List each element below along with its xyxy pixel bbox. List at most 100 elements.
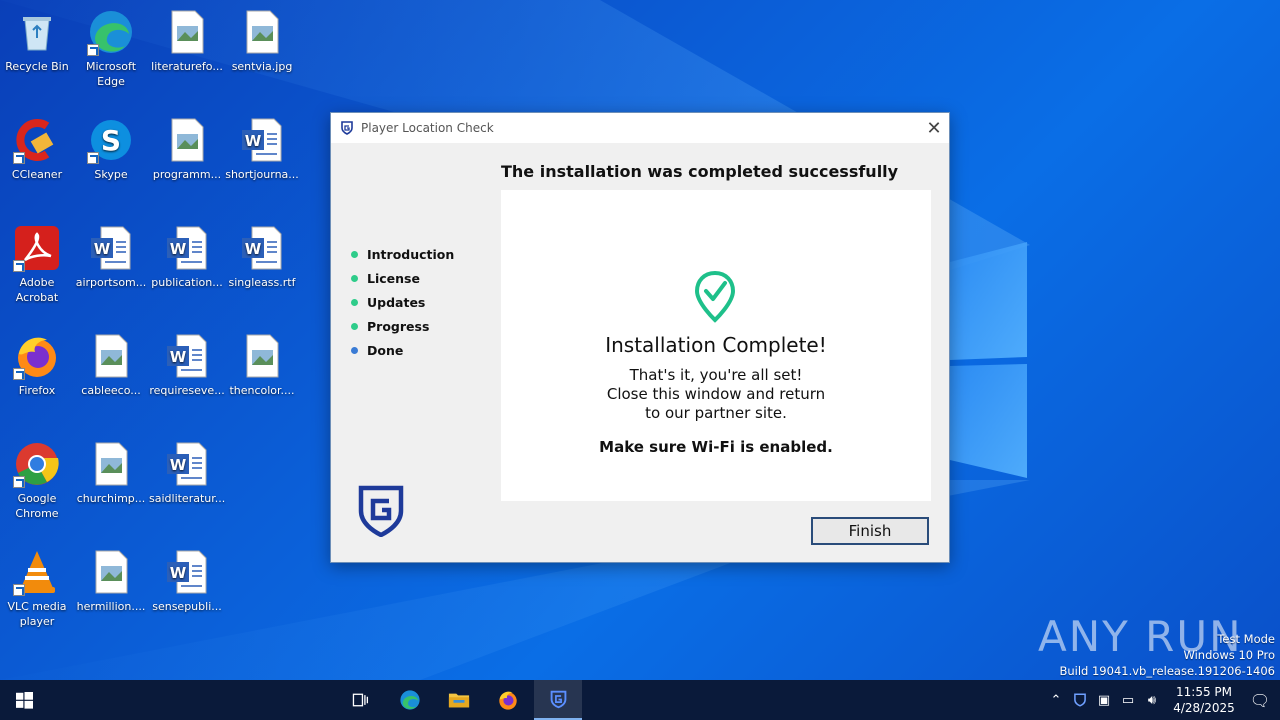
taskbar-firefox[interactable] bbox=[484, 680, 532, 720]
clock-time: 11:55 PM bbox=[1176, 685, 1232, 699]
desktop-icon-label: airportsom... bbox=[75, 276, 147, 289]
desktop-icon-chrome[interactable]: Google Chrome bbox=[0, 440, 75, 521]
task-view-icon bbox=[352, 693, 369, 707]
desktop-icon-vlc[interactable]: VLC media player bbox=[0, 548, 75, 629]
desktop-icon-label: Recycle Bin bbox=[5, 60, 69, 73]
svg-text:W: W bbox=[245, 132, 262, 150]
desktop-icon-file[interactable]: sentvia.jpg bbox=[224, 8, 300, 74]
svg-text:W: W bbox=[170, 564, 187, 582]
step-dot-icon bbox=[351, 346, 358, 354]
start-button[interactable] bbox=[0, 680, 48, 720]
word-file-icon: W bbox=[167, 334, 207, 378]
close-icon: ✕ bbox=[926, 117, 942, 139]
image-file-icon bbox=[171, 10, 204, 54]
taskbar-edge[interactable] bbox=[386, 680, 434, 720]
image-file-icon bbox=[95, 334, 128, 378]
step-label: License bbox=[367, 270, 420, 286]
desktop-icon-label: Adobe Acrobat bbox=[15, 276, 59, 304]
image-file-icon bbox=[95, 550, 128, 594]
step-label: Introduction bbox=[367, 246, 455, 262]
desktop-icon-file[interactable]: W saidliteratur... bbox=[149, 440, 225, 506]
desktop-icon-label: Firefox bbox=[18, 384, 56, 397]
task-view-button[interactable] bbox=[336, 680, 384, 720]
dialog-heading: The installation was completed successfu… bbox=[501, 162, 899, 181]
desktop-icon-file[interactable]: W singleass.rtf bbox=[224, 224, 300, 290]
word-file-icon: W bbox=[167, 442, 207, 486]
installer-dialog: Player Location Check ✕ The installation… bbox=[330, 112, 950, 563]
recycle-bin-icon bbox=[23, 17, 51, 51]
notification-icon[interactable]: 🗨︎ bbox=[1240, 691, 1280, 710]
desktop-icon-label: churchimp... bbox=[76, 492, 146, 505]
step-list: Introduction License Updates Progress Do… bbox=[351, 242, 454, 362]
word-file-icon: W bbox=[167, 550, 207, 594]
desktop-icon-edge[interactable]: Microsoft Edge bbox=[73, 8, 149, 89]
volume-icon[interactable]: 🔊︎ bbox=[1140, 693, 1164, 708]
desktop-icon-label: Google Chrome bbox=[15, 492, 59, 520]
step-item: Progress bbox=[351, 314, 454, 338]
desktop-icon-file[interactable]: hermillion.... bbox=[73, 548, 149, 614]
desktop-icon-file[interactable]: W shortjourna... bbox=[224, 116, 300, 182]
desktop-icon-file[interactable]: W requireseve... bbox=[149, 332, 225, 398]
shield-icon bbox=[550, 690, 566, 708]
close-button[interactable]: ✕ bbox=[919, 113, 949, 143]
desktop-icon-label: requireseve... bbox=[149, 384, 225, 397]
desktop-icon-file[interactable]: W airportsom... bbox=[73, 224, 149, 290]
svg-text:W: W bbox=[94, 240, 111, 258]
completion-title: Installation Complete! bbox=[605, 333, 827, 357]
step-item: Done bbox=[351, 338, 454, 362]
desktop-icon-file[interactable]: thencolor.... bbox=[224, 332, 300, 398]
desktop-icon-firefox[interactable]: Firefox bbox=[0, 332, 75, 398]
step-dot-icon bbox=[351, 322, 358, 330]
clock[interactable]: 11:55 PM 4/28/2025 bbox=[1168, 684, 1240, 716]
step-dot-icon bbox=[351, 298, 358, 306]
desktop-icon-label: programm... bbox=[152, 168, 222, 181]
word-file-icon: W bbox=[242, 118, 282, 162]
desktop-icon-label: saidliteratur... bbox=[149, 492, 226, 505]
desktop-icon-file[interactable]: churchimp... bbox=[73, 440, 149, 506]
desktop-icon-label: cableeco... bbox=[81, 384, 141, 397]
taskbar-player-location-check[interactable] bbox=[534, 680, 582, 720]
camera-icon[interactable]: ▣ bbox=[1092, 693, 1116, 708]
taskbar-file-explorer[interactable] bbox=[435, 680, 483, 720]
desktop-icon-file[interactable]: W sensepubli... bbox=[149, 548, 225, 614]
completion-panel: Installation Complete! That's it, you're… bbox=[501, 190, 931, 501]
desktop-icon-label: Microsoft Edge bbox=[85, 60, 137, 88]
clock-date: 4/28/2025 bbox=[1173, 701, 1235, 715]
chevron-up-icon[interactable]: ⌃ bbox=[1044, 693, 1068, 708]
system-tray: ⌃ ▣ ▭ 🔊︎ 11:55 PM 4/28/2025 🗨︎ bbox=[1044, 680, 1280, 720]
svg-text:W: W bbox=[245, 240, 262, 258]
step-item: Introduction bbox=[351, 242, 454, 266]
image-file-icon bbox=[246, 334, 279, 378]
edge-icon bbox=[400, 690, 420, 710]
desktop-icon-file[interactable]: W publication... bbox=[149, 224, 225, 290]
word-file-icon: W bbox=[242, 226, 282, 270]
tray-shield-icon[interactable] bbox=[1068, 693, 1092, 708]
step-item: License bbox=[351, 266, 454, 290]
firefox-icon bbox=[499, 691, 517, 710]
network-icon[interactable]: ▭ bbox=[1116, 693, 1140, 708]
desktop-icon-label: sentvia.jpg bbox=[231, 60, 293, 73]
svg-text:S: S bbox=[101, 124, 121, 157]
message-line: to our partner site. bbox=[645, 404, 787, 422]
desktop-icon-label: hermillion.... bbox=[76, 600, 146, 613]
sysinfo-line: Test Mode bbox=[1217, 632, 1275, 646]
completion-message: That's it, you're all set! Close this wi… bbox=[501, 366, 931, 423]
desktop-icon-acrobat[interactable]: Adobe Acrobat bbox=[0, 224, 75, 305]
desktop-icon-recycle-bin[interactable]: Recycle Bin bbox=[0, 8, 75, 74]
desktop-icon-file[interactable]: literaturefo... bbox=[149, 8, 225, 74]
svg-text:W: W bbox=[170, 348, 187, 366]
desktop-icon-label: VLC media player bbox=[7, 600, 67, 628]
finish-button[interactable]: Finish bbox=[811, 517, 929, 545]
dialog-title: Player Location Check bbox=[361, 121, 494, 135]
dialog-titlebar[interactable]: Player Location Check bbox=[331, 113, 949, 143]
desktop-icon-skype[interactable]: S Skype bbox=[73, 116, 149, 182]
word-file-icon: W bbox=[91, 226, 131, 270]
svg-text:W: W bbox=[170, 240, 187, 258]
system-info: Test Mode Windows 10 Pro Build 19041.vb_… bbox=[1059, 631, 1275, 679]
desktop-icon-label: sensepubli... bbox=[152, 600, 222, 613]
desktop-icon-file[interactable]: cableeco... bbox=[73, 332, 149, 398]
desktop-icon-ccleaner[interactable]: CCleaner bbox=[0, 116, 75, 182]
location-check-icon bbox=[694, 270, 736, 323]
folder-icon bbox=[448, 693, 470, 708]
desktop-icon-file[interactable]: programm... bbox=[149, 116, 225, 182]
